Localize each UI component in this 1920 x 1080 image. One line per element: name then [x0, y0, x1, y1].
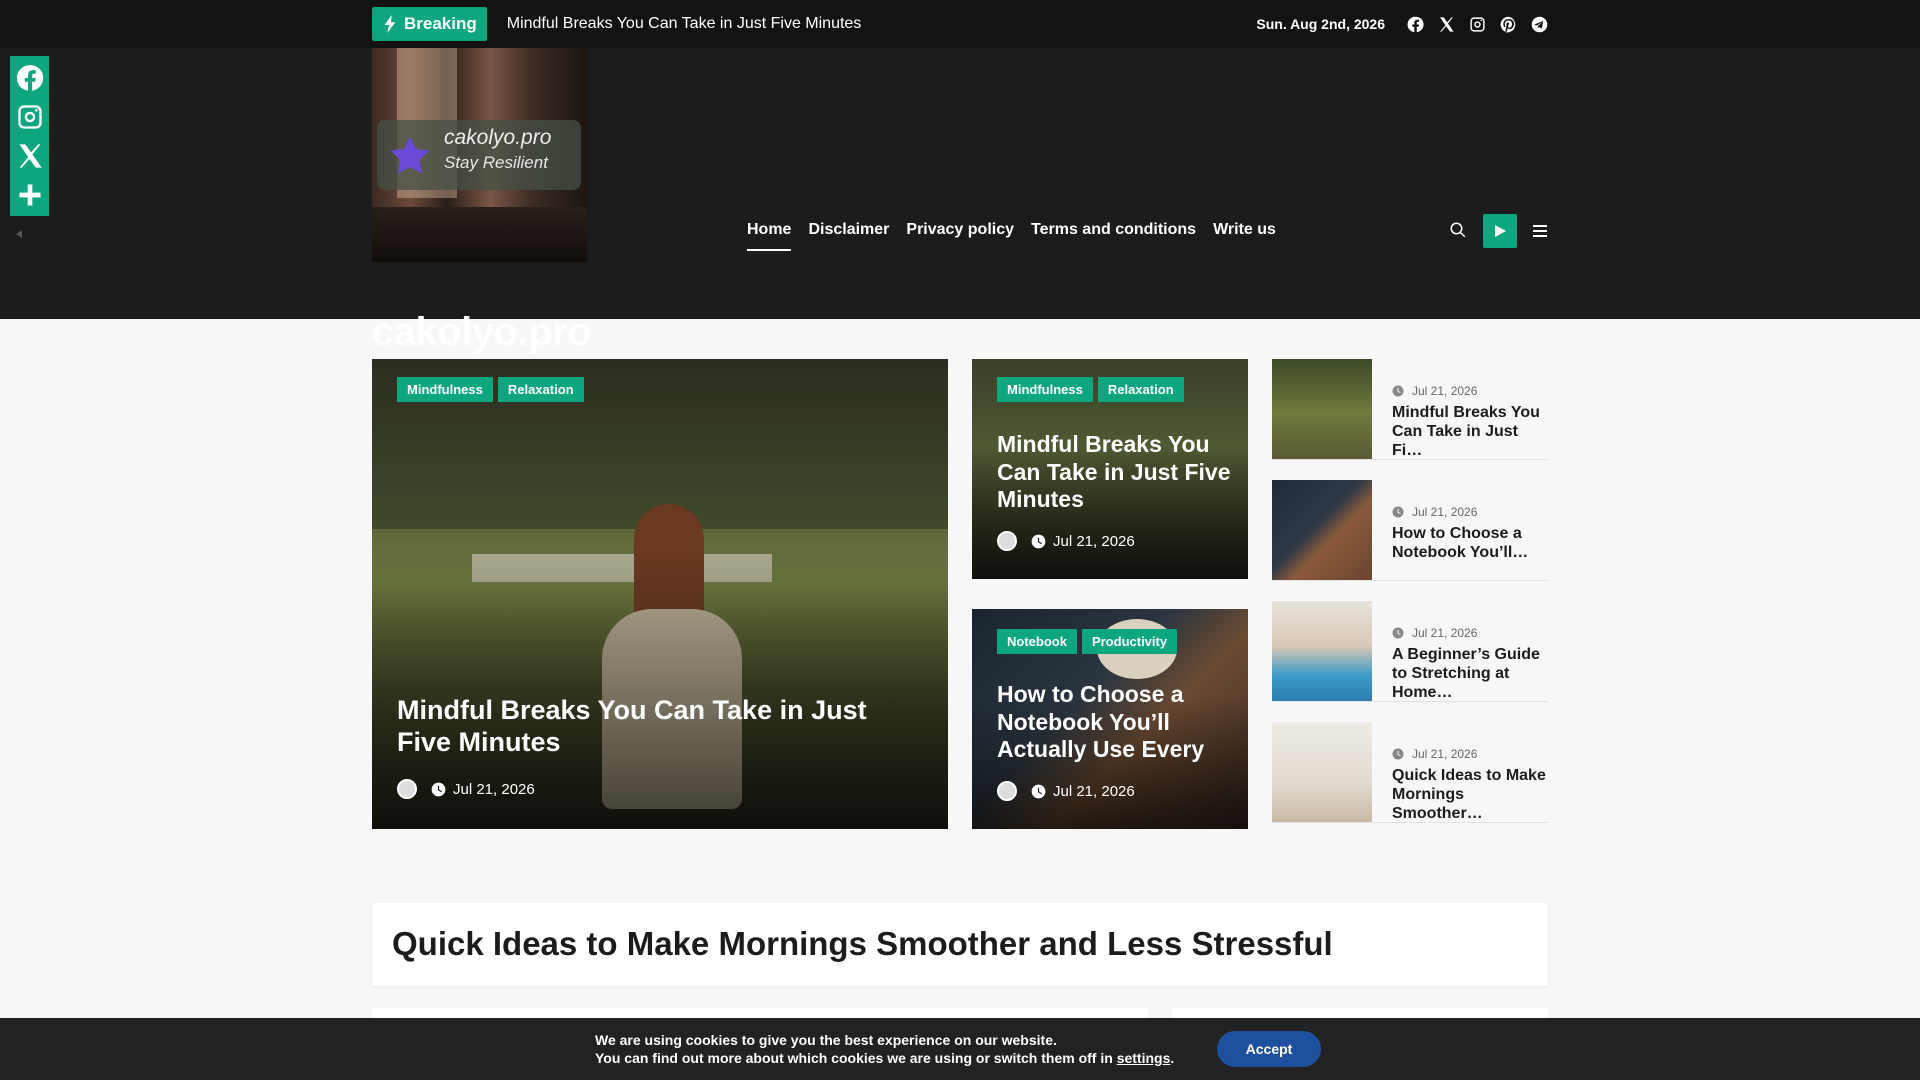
top-date: Sun. Aug 2nd, 2026 [1256, 16, 1385, 32]
card-date: Jul 21, 2026 [453, 780, 535, 798]
card-date: Jul 21, 2026 [1053, 782, 1135, 800]
play-icon [1495, 225, 1506, 237]
card-title[interactable]: How to Choose a Notebook You’ll Actually… [997, 681, 1237, 764]
tag-relaxation[interactable]: Relaxation [1097, 377, 1184, 402]
breaking-label: Breaking [404, 14, 477, 33]
sidebar-date: Jul 21, 2026 [1392, 747, 1477, 761]
clock-icon [1392, 385, 1404, 397]
cookie-accept-button[interactable]: Accept [1217, 1031, 1321, 1067]
sidebar-list-item[interactable]: Jul 21, 2026 Mindful Breaks You Can Take… [1272, 359, 1548, 460]
hide-share-bar-icon[interactable] [14, 226, 24, 238]
article-heading-box: Quick Ideas to Make Mornings Smoother an… [372, 903, 1548, 986]
card-tags: Mindfulness Relaxation [997, 377, 1189, 402]
sidebar-thumbnail[interactable] [1272, 722, 1372, 822]
facebook-icon[interactable] [1407, 16, 1424, 33]
cookie-settings-link[interactable]: settings [1117, 1050, 1171, 1066]
tag-relaxation[interactable]: Relaxation [497, 377, 584, 402]
featured-side-card-1[interactable]: Mindfulness Relaxation Mindful Breaks Yo… [972, 359, 1248, 579]
cookie-text: We are using cookies to give you the bes… [595, 1031, 1174, 1067]
card-date: Jul 21, 2026 [1053, 532, 1135, 550]
card-title[interactable]: Mindful Breaks You Can Take in Just Five… [997, 431, 1237, 514]
main-nav: Home Disclaimer Privacy policy Terms and… [747, 221, 1276, 251]
card-meta: Jul 21, 2026 [997, 781, 1135, 801]
sidebar-title[interactable]: Quick Ideas to Make Mornings Smoother… [1392, 766, 1548, 824]
nav-write-us[interactable]: Write us [1213, 221, 1276, 251]
instagram-icon[interactable] [1469, 16, 1486, 33]
article-heading[interactable]: Quick Ideas to Make Mornings Smoother an… [392, 925, 1333, 963]
site-title[interactable]: cakolyo.pro [372, 310, 592, 355]
card-meta: Jul 21, 2026 [997, 531, 1135, 551]
nav-home[interactable]: Home [747, 221, 792, 251]
sidebar-thumbnail[interactable] [1272, 601, 1372, 701]
clock-icon [1031, 534, 1046, 549]
sidebar-title[interactable]: How to Choose a Notebook You’ll… [1392, 524, 1548, 562]
author-avatar[interactable] [997, 531, 1017, 551]
clock-icon [431, 782, 446, 797]
cookie-line-2: You can find out more about which cookie… [595, 1050, 1175, 1066]
author-avatar[interactable] [997, 781, 1017, 801]
cookie-notice-bar: We are using cookies to give you the bes… [0, 1018, 1920, 1080]
top-bar: Breaking Mindful Breaks You Can Take in … [0, 0, 1920, 48]
card-meta: Jul 21, 2026 [397, 779, 535, 799]
sidebar-thumbnail[interactable] [1272, 359, 1372, 459]
nav-disclaimer[interactable]: Disclaimer [808, 221, 889, 251]
clock-icon [1392, 748, 1404, 760]
breaking-ticker-link[interactable]: Mindful Breaks You Can Take in Just Five… [507, 15, 1257, 33]
card-title[interactable]: Mindful Breaks You Can Take in Just Five… [397, 694, 927, 759]
site-logo[interactable]: cakolyo.pro Stay Resilient [372, 48, 587, 262]
sidebar-date: Jul 21, 2026 [1392, 384, 1477, 398]
search-icon[interactable] [1449, 221, 1467, 239]
card-tags: Mindfulness Relaxation [397, 377, 589, 402]
star-icon [388, 134, 432, 178]
logo-floor-decoration [372, 207, 587, 262]
play-button[interactable] [1483, 214, 1517, 248]
logo-text-domain: cakolyo.pro [444, 126, 552, 149]
hamburger-menu-icon[interactable] [1532, 223, 1548, 239]
clock-icon [1392, 627, 1404, 639]
nav-privacy-policy[interactable]: Privacy policy [906, 221, 1014, 251]
sidebar-list-item[interactable]: Jul 21, 2026 Quick Ideas to Make Morning… [1272, 722, 1548, 823]
share-x-icon[interactable] [10, 136, 49, 175]
clock-icon [1031, 784, 1046, 799]
share-instagram-icon[interactable] [10, 97, 49, 136]
tag-mindfulness[interactable]: Mindfulness [997, 377, 1093, 402]
sidebar-thumbnail[interactable] [1272, 480, 1372, 580]
featured-main-card[interactable]: Mindfulness Relaxation Mindful Breaks Yo… [372, 359, 948, 829]
logo-text-tagline: Stay Resilient [444, 153, 548, 172]
floating-share-bar [10, 56, 49, 216]
clock-icon [1392, 506, 1404, 518]
sidebar-date: Jul 21, 2026 [1392, 626, 1477, 640]
tag-mindfulness[interactable]: Mindfulness [397, 377, 493, 402]
share-facebook-icon[interactable] [10, 58, 49, 97]
sidebar-list-item[interactable]: Jul 21, 2026 A Beginner’s Guide to Stret… [1272, 601, 1548, 702]
breaking-badge: Breaking [372, 7, 487, 41]
sidebar-date: Jul 21, 2026 [1392, 505, 1477, 519]
featured-side-card-2[interactable]: Notebook Productivity How to Choose a No… [972, 609, 1248, 829]
sidebar-title[interactable]: A Beginner’s Guide to Stretching at Home… [1392, 645, 1548, 703]
share-more-plus-icon[interactable] [10, 175, 49, 214]
sidebar-title[interactable]: Mindful Breaks You Can Take in Just Fi… [1392, 403, 1548, 461]
nav-terms-and-conditions[interactable]: Terms and conditions [1031, 221, 1196, 251]
top-social-links [1407, 16, 1548, 33]
telegram-icon[interactable] [1531, 16, 1548, 33]
x-icon[interactable] [1438, 16, 1455, 33]
card-tags: Notebook Productivity [997, 629, 1182, 654]
tag-productivity[interactable]: Productivity [1081, 629, 1178, 654]
sidebar-list-item[interactable]: Jul 21, 2026 How to Choose a Notebook Yo… [1272, 480, 1548, 581]
site-header: cakolyo.pro Stay Resilient cakolyo.pro H… [0, 48, 1920, 354]
lightning-icon [384, 15, 396, 33]
cookie-line-1: We are using cookies to give you the bes… [595, 1032, 1057, 1048]
pinterest-icon[interactable] [1500, 16, 1517, 33]
author-avatar[interactable] [397, 779, 417, 799]
tag-notebook[interactable]: Notebook [997, 629, 1077, 654]
